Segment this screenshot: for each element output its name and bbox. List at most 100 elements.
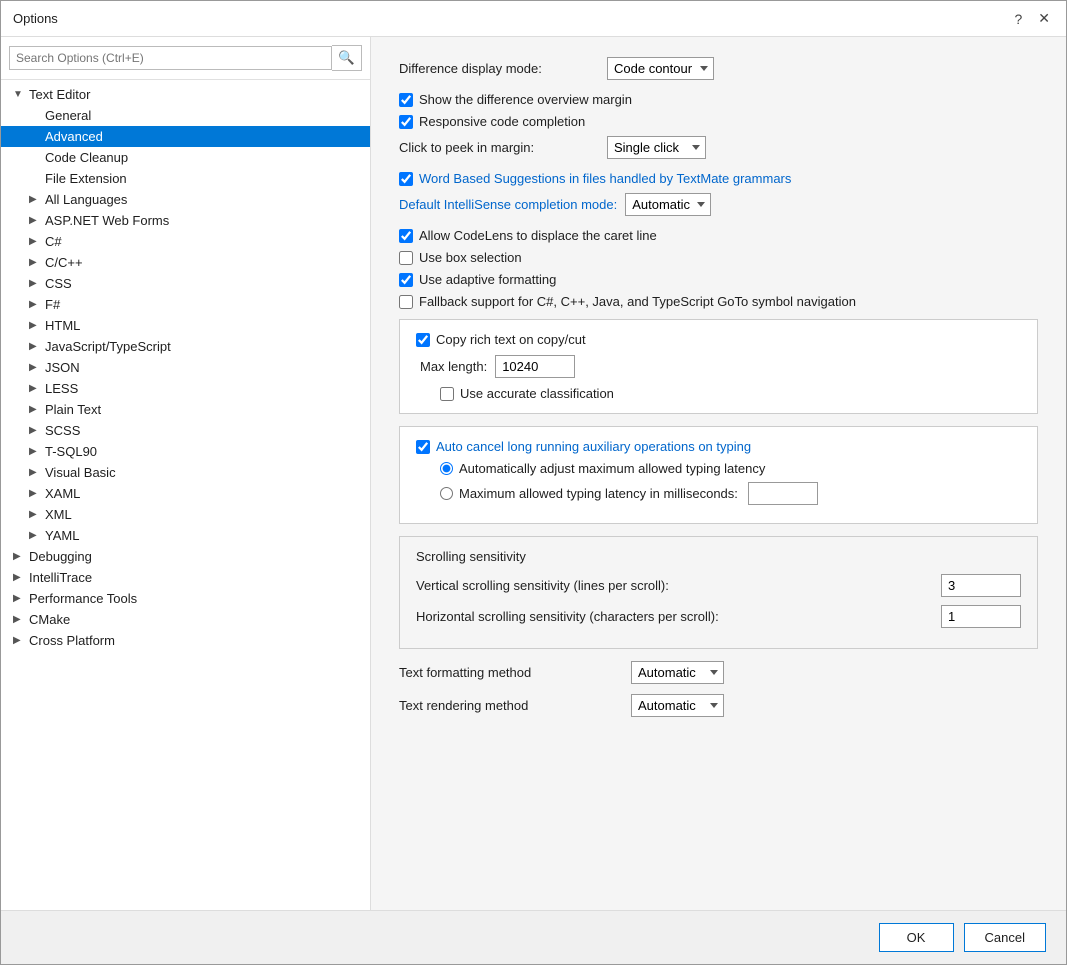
tree-item-cmake[interactable]: CMake	[1, 609, 370, 630]
dialog-body: 🔍 Text Editor General Advanced	[1, 37, 1066, 910]
help-button[interactable]: ?	[1010, 9, 1026, 29]
responsive-code-row: Responsive code completion	[399, 114, 1038, 129]
tree-item-label: T-SQL90	[45, 444, 97, 459]
text-formatting-dropdown[interactable]: Automatic GDI DirectWrite	[631, 661, 724, 684]
intellisense-dropdown[interactable]: Automatic Cycling None	[625, 193, 711, 216]
tree-item-label: Visual Basic	[45, 465, 116, 480]
copy-rich-label: Copy rich text on copy/cut	[436, 332, 586, 347]
accurate-classification-checkbox[interactable]	[440, 387, 454, 401]
tree-item-plain-text[interactable]: Plain Text	[1, 399, 370, 420]
text-rendering-dropdown[interactable]: Automatic GDI DirectWrite	[631, 694, 724, 717]
tree-item-text-editor[interactable]: Text Editor	[1, 84, 370, 105]
tree-item-label: YAML	[45, 528, 79, 543]
tree-item-tsql[interactable]: T-SQL90	[1, 441, 370, 462]
text-rendering-row: Text rendering method Automatic GDI Dire…	[399, 694, 1038, 717]
intellisense-label: Default IntelliSense completion mode:	[399, 197, 617, 212]
tree-item-performance-tools[interactable]: Performance Tools	[1, 588, 370, 609]
scrolling-sensitivity-section: Scrolling sensitivity Vertical scrolling…	[399, 536, 1038, 649]
tree-item-label: CSS	[45, 276, 72, 291]
tree-item-xml[interactable]: XML	[1, 504, 370, 525]
tree-item-label: Text Editor	[29, 87, 90, 102]
arrow-icon	[29, 362, 41, 373]
tree-item-aspnet[interactable]: ASP.NET Web Forms	[1, 210, 370, 231]
tree-item-xaml[interactable]: XAML	[1, 483, 370, 504]
adaptive-formatting-checkbox[interactable]	[399, 273, 413, 287]
text-formatting-label: Text formatting method	[399, 665, 619, 680]
tree-item-label: C/C++	[45, 255, 83, 270]
max-length-input[interactable]	[495, 355, 575, 378]
tree-item-css[interactable]: CSS	[1, 273, 370, 294]
tree-item-label: SCSS	[45, 423, 80, 438]
tree-item-label: XAML	[45, 486, 80, 501]
arrow-icon	[29, 278, 41, 289]
tree-item-file-extension[interactable]: File Extension	[1, 168, 370, 189]
word-suggestions-checkbox[interactable]	[399, 172, 413, 186]
tree-item-label: ASP.NET Web Forms	[45, 213, 169, 228]
copy-rich-section: Copy rich text on copy/cut Max length: U…	[399, 319, 1038, 414]
close-button[interactable]: ✕	[1034, 8, 1054, 29]
max-latency-radio[interactable]	[440, 487, 453, 500]
ok-button[interactable]: OK	[879, 923, 954, 952]
tree-item-js-ts[interactable]: JavaScript/TypeScript	[1, 336, 370, 357]
tree-item-advanced[interactable]: Advanced	[1, 126, 370, 147]
right-panel: Difference display mode: Code contour No…	[371, 37, 1066, 910]
title-bar-controls: ? ✕	[1010, 8, 1054, 29]
horizontal-scrolling-row: Horizontal scrolling sensitivity (charac…	[416, 605, 1021, 628]
options-dialog: Options ? ✕ 🔍 Text Editor Genera	[0, 0, 1067, 965]
arrow-icon	[29, 320, 41, 331]
tree-item-csharp[interactable]: C#	[1, 231, 370, 252]
tree-item-cpp[interactable]: C/C++	[1, 252, 370, 273]
tree-item-intellitrace[interactable]: IntelliTrace	[1, 567, 370, 588]
tree-item-vb[interactable]: Visual Basic	[1, 462, 370, 483]
accurate-classification-label: Use accurate classification	[460, 386, 614, 401]
tree-item-fsharp[interactable]: F#	[1, 294, 370, 315]
difference-display-dropdown[interactable]: Code contour None Overview	[607, 57, 714, 80]
auto-cancel-row: Auto cancel long running auxiliary opera…	[416, 439, 1021, 454]
tree-item-label: Plain Text	[45, 402, 101, 417]
auto-adjust-label: Automatically adjust maximum allowed typ…	[459, 461, 765, 476]
arrow-icon	[29, 341, 41, 352]
tree-item-label: File Extension	[45, 171, 127, 186]
cancel-button[interactable]: Cancel	[964, 923, 1046, 952]
copy-rich-checkbox[interactable]	[416, 333, 430, 347]
fallback-support-checkbox[interactable]	[399, 295, 413, 309]
auto-cancel-checkbox[interactable]	[416, 440, 430, 454]
tree-item-label: Advanced	[45, 129, 103, 144]
search-input[interactable]	[9, 46, 332, 70]
auto-cancel-label: Auto cancel long running auxiliary opera…	[436, 439, 751, 454]
tree-item-html[interactable]: HTML	[1, 315, 370, 336]
max-latency-input[interactable]	[748, 482, 818, 505]
auto-adjust-radio[interactable]	[440, 462, 453, 475]
show-difference-checkbox[interactable]	[399, 93, 413, 107]
tree-item-scss[interactable]: SCSS	[1, 420, 370, 441]
arrow-icon	[29, 236, 41, 247]
search-button[interactable]: 🔍	[332, 45, 362, 71]
tree-item-all-languages[interactable]: All Languages	[1, 189, 370, 210]
scrolling-sensitivity-title: Scrolling sensitivity	[416, 549, 1021, 564]
arrow-icon	[29, 425, 41, 436]
allow-codelens-row: Allow CodeLens to displace the caret lin…	[399, 228, 1038, 243]
tree-item-yaml[interactable]: YAML	[1, 525, 370, 546]
fallback-support-row: Fallback support for C#, C++, Java, and …	[399, 294, 1038, 309]
allow-codelens-checkbox[interactable]	[399, 229, 413, 243]
intellisense-row: Default IntelliSense completion mode: Au…	[399, 193, 1038, 216]
tree-item-label: General	[45, 108, 91, 123]
tree-item-cross-platform[interactable]: Cross Platform	[1, 630, 370, 651]
tree-item-json[interactable]: JSON	[1, 357, 370, 378]
auto-cancel-options: Automatically adjust maximum allowed typ…	[416, 461, 1021, 505]
tree-item-code-cleanup[interactable]: Code Cleanup	[1, 147, 370, 168]
click-peek-dropdown[interactable]: Single click Double click	[607, 136, 706, 159]
box-selection-checkbox[interactable]	[399, 251, 413, 265]
responsive-code-checkbox[interactable]	[399, 115, 413, 129]
tree-item-label: JSON	[45, 360, 80, 375]
tree-item-general[interactable]: General	[1, 105, 370, 126]
tree-view: Text Editor General Advanced Code Cleanu…	[1, 80, 370, 910]
vertical-scrolling-input[interactable]	[941, 574, 1021, 597]
tree-item-label: XML	[45, 507, 72, 522]
vertical-scrolling-label: Vertical scrolling sensitivity (lines pe…	[416, 578, 933, 593]
tree-item-less[interactable]: LESS	[1, 378, 370, 399]
arrow-icon	[29, 257, 41, 268]
tree-item-debugging[interactable]: Debugging	[1, 546, 370, 567]
horizontal-scrolling-input[interactable]	[941, 605, 1021, 628]
allow-codelens-label: Allow CodeLens to displace the caret lin…	[419, 228, 657, 243]
